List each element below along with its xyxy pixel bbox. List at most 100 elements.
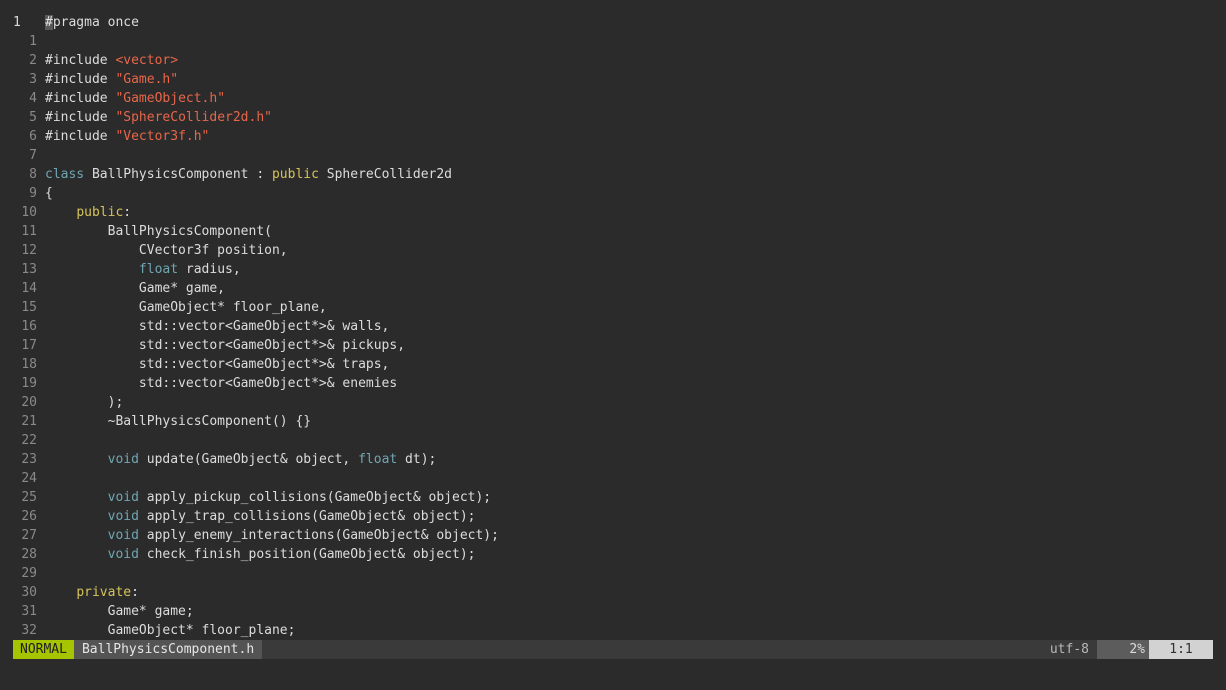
code-token: std::vector<GameObject*>& pickups,	[45, 338, 406, 353]
code-text: void apply_trap_collisions(GameObject& o…	[45, 509, 476, 524]
code-token: "GameObject.h"	[115, 91, 226, 106]
code-text: std::vector<GameObject*>& traps,	[45, 357, 389, 372]
code-token: CVector3f position,	[45, 243, 288, 258]
code-token: float	[138, 262, 179, 277]
code-token: std::vector<GameObject*>& enemies	[45, 376, 398, 391]
code-line[interactable]: 23 void update(GameObject& object, float…	[0, 450, 1226, 469]
code-token: public	[271, 167, 319, 182]
cursor: #	[45, 15, 53, 30]
code-line[interactable]: 32 GameObject* floor_plane;	[0, 621, 1226, 640]
line-number: 26	[21, 509, 37, 524]
code-line[interactable]: 24	[0, 469, 1226, 488]
code-text: #pragma once	[45, 15, 139, 30]
line-number: 9	[29, 186, 37, 201]
line-number: 11	[21, 224, 37, 239]
code-text: CVector3f position,	[45, 243, 288, 258]
code-line[interactable]: 6 #include "Vector3f.h"	[0, 127, 1226, 146]
code-text: void apply_pickup_collisions(GameObject&…	[45, 490, 492, 505]
line-number: 24	[21, 471, 37, 486]
code-line[interactable]: 15 GameObject* floor_plane,	[0, 298, 1226, 317]
code-token: std::vector<GameObject*>& walls,	[45, 319, 390, 334]
code-line[interactable]: 8 class BallPhysicsComponent : public Sph…	[0, 165, 1226, 184]
code-line[interactable]: 22	[0, 431, 1226, 450]
code-token: BallPhysicsComponent :	[84, 167, 272, 182]
code-text: ~BallPhysicsComponent() {}	[45, 414, 312, 429]
line-number: 6	[29, 129, 37, 144]
code-line[interactable]: 14 Game* game,	[0, 279, 1226, 298]
code-token: class	[45, 167, 85, 182]
code-line[interactable]: 29	[0, 564, 1226, 583]
code-text: GameObject* floor_plane;	[45, 623, 296, 638]
code-text: float radius,	[45, 262, 241, 277]
code-token: void	[107, 547, 139, 562]
code-line[interactable]: 1 #pragma once	[0, 13, 1226, 32]
code-line[interactable]: 12 CVector3f position,	[0, 241, 1226, 260]
line-number: 12	[21, 243, 37, 258]
code-text: void check_finish_position(GameObject& o…	[45, 547, 476, 562]
code-token: GameObject* floor_plane;	[45, 623, 296, 638]
code-line[interactable]: 28 void check_finish_position(GameObject…	[0, 545, 1226, 564]
code-line[interactable]: 17 std::vector<GameObject*>& pickups,	[0, 336, 1226, 355]
line-number: 27	[21, 528, 37, 543]
code-token: Game* game;	[45, 604, 194, 619]
code-line[interactable]: 16 std::vector<GameObject*>& walls,	[0, 317, 1226, 336]
scroll-percent: 2%	[1097, 640, 1149, 659]
code-line[interactable]: 20 );	[0, 393, 1226, 412]
line-number: 1	[13, 15, 21, 30]
line-number: 25	[21, 490, 37, 505]
code-text: std::vector<GameObject*>& pickups,	[45, 338, 405, 353]
code-line[interactable]: 1	[0, 32, 1226, 51]
line-number: 22	[21, 433, 37, 448]
code-token: dt);	[397, 452, 437, 467]
code-line[interactable]: 4 #include "GameObject.h"	[0, 89, 1226, 108]
code-line[interactable]: 31 Game* game;	[0, 602, 1226, 621]
code-line[interactable]: 19 std::vector<GameObject*>& enemies	[0, 374, 1226, 393]
code-token: void	[107, 490, 139, 505]
code-text: #include "GameObject.h"	[45, 91, 225, 106]
code-token: #include	[45, 91, 116, 106]
code-token: std::vector<GameObject*>& traps,	[45, 357, 390, 372]
code-line[interactable]: 5 #include "SphereCollider2d.h"	[0, 108, 1226, 127]
code-token: );	[45, 395, 124, 410]
code-line[interactable]: 11 BallPhysicsComponent(	[0, 222, 1226, 241]
code-line[interactable]: 7	[0, 146, 1226, 165]
line-number: 2	[29, 53, 37, 68]
code-line[interactable]: 25 void apply_pickup_collisions(GameObje…	[0, 488, 1226, 507]
code-line[interactable]: 13 float radius,	[0, 260, 1226, 279]
code-token: :	[123, 205, 132, 220]
code-token: float	[358, 452, 398, 467]
code-line[interactable]: 30 private:	[0, 583, 1226, 602]
code-token: void	[107, 528, 139, 543]
code-token: Game* game,	[45, 281, 226, 296]
code-text: public:	[45, 205, 131, 220]
code-token: #include	[45, 110, 116, 125]
code-line[interactable]: 21 ~BallPhysicsComponent() {}	[0, 412, 1226, 431]
code-line[interactable]: 27 void apply_enemy_interactions(GameObj…	[0, 526, 1226, 545]
code-token: apply_enemy_interactions(GameObject& obj…	[138, 528, 499, 543]
code-line[interactable]: 9{	[0, 184, 1226, 203]
line-number: 18	[21, 357, 37, 372]
code-token: BallPhysicsComponent(	[45, 224, 272, 239]
code-text: #include <vector>	[45, 53, 178, 68]
line-number: 28	[21, 547, 37, 562]
line-number: 16	[21, 319, 37, 334]
editor-buffer[interactable]: 1 #pragma once 1 2 #include <vector> 3 #includ…	[0, 13, 1226, 640]
code-text: std::vector<GameObject*>& walls,	[45, 319, 389, 334]
code-token: update(GameObject& object,	[138, 452, 359, 467]
line-number: 7	[29, 148, 37, 163]
code-token: void	[107, 509, 139, 524]
code-token: pragma once	[52, 15, 139, 30]
code-token: GameObject* floor_plane,	[45, 300, 327, 315]
code-token: private	[76, 585, 132, 600]
code-line[interactable]: 10 public:	[0, 203, 1226, 222]
code-text: Game* game;	[45, 604, 194, 619]
code-text: BallPhysicsComponent(	[45, 224, 272, 239]
code-line[interactable]: 18 std::vector<GameObject*>& traps,	[0, 355, 1226, 374]
code-line[interactable]: 2 #include <vector>	[0, 51, 1226, 70]
code-line[interactable]: 3 #include "Game.h"	[0, 70, 1226, 89]
line-number: 3	[29, 72, 37, 87]
code-line[interactable]: 26 void apply_trap_collisions(GameObject…	[0, 507, 1226, 526]
status-spacer	[262, 640, 1042, 659]
